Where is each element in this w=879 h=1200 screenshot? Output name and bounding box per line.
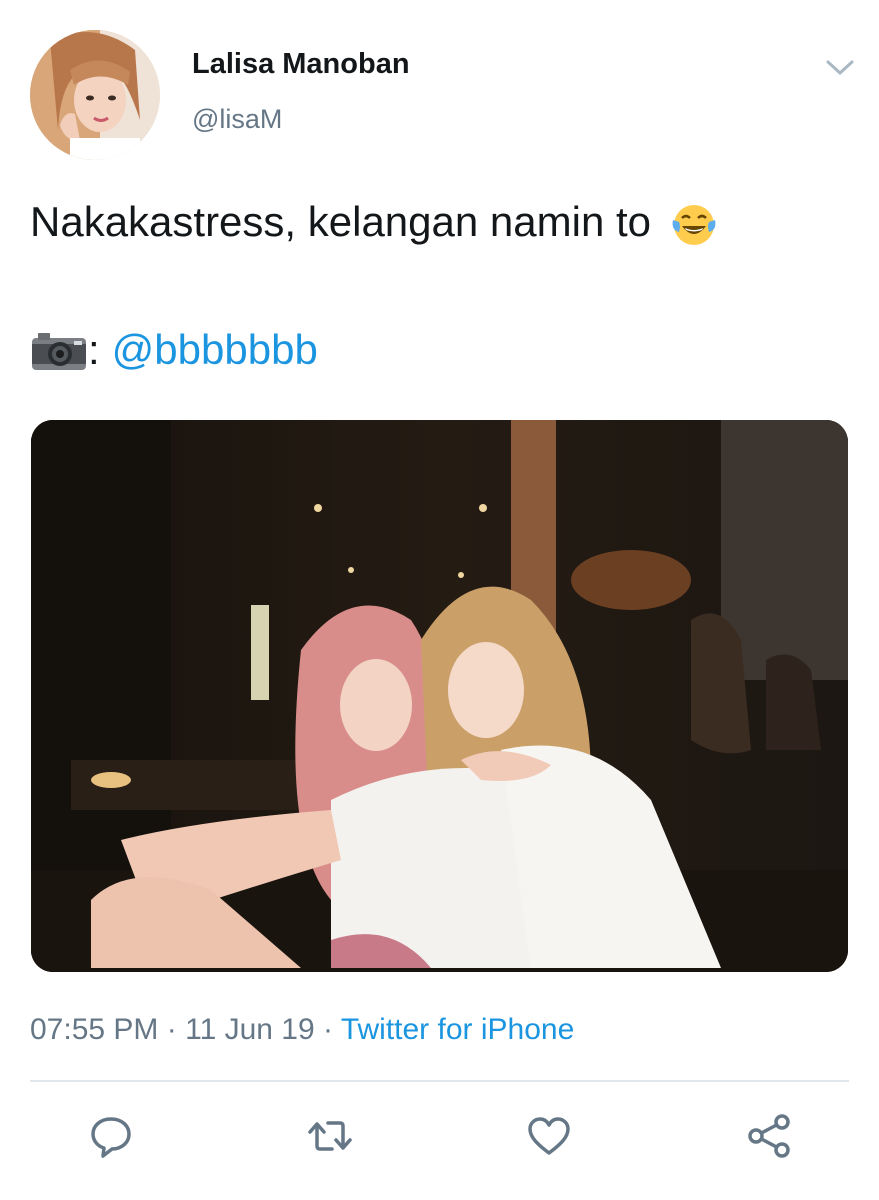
camera-icon: [30, 326, 88, 374]
retweet-icon: [308, 1121, 352, 1151]
photo-credit: : @bbbbbbb: [30, 326, 318, 374]
tweet-text-line1: Nakakastress, kelangan namin to: [30, 198, 651, 245]
chevron-down-icon[interactable]: [822, 54, 858, 80]
share-button[interactable]: [741, 1108, 797, 1164]
display-name[interactable]: Lalisa Manoban: [192, 48, 410, 81]
tweet-source-link[interactable]: Twitter for iPhone: [341, 1013, 574, 1046]
tweet-meta: 07:55 PM · 11 Jun 19 · Twitter for iPhon…: [30, 1013, 574, 1047]
avatar[interactable]: [30, 30, 160, 160]
tweet-photo[interactable]: [31, 420, 848, 972]
reply-icon: [91, 1117, 131, 1158]
tweet-date: 11 Jun 19: [185, 1013, 315, 1046]
user-handle[interactable]: @lisaM: [192, 104, 282, 135]
share-icon: [748, 1114, 790, 1158]
meta-separator: ·: [323, 1013, 334, 1046]
mention-link[interactable]: @bbbbbbb: [112, 326, 318, 374]
like-button[interactable]: [521, 1108, 577, 1164]
photo-credit-separator: :: [88, 326, 100, 373]
divider: [30, 1080, 849, 1082]
face-with-tears-of-joy-icon: [669, 200, 719, 250]
like-icon: [528, 1117, 570, 1155]
retweet-button[interactable]: [302, 1108, 358, 1164]
tweet-time: 07:55 PM: [30, 1013, 159, 1046]
meta-separator: ·: [166, 1013, 177, 1046]
reply-button[interactable]: [83, 1108, 139, 1164]
tweet-text: Nakakastress, kelangan namin to: [30, 198, 719, 250]
